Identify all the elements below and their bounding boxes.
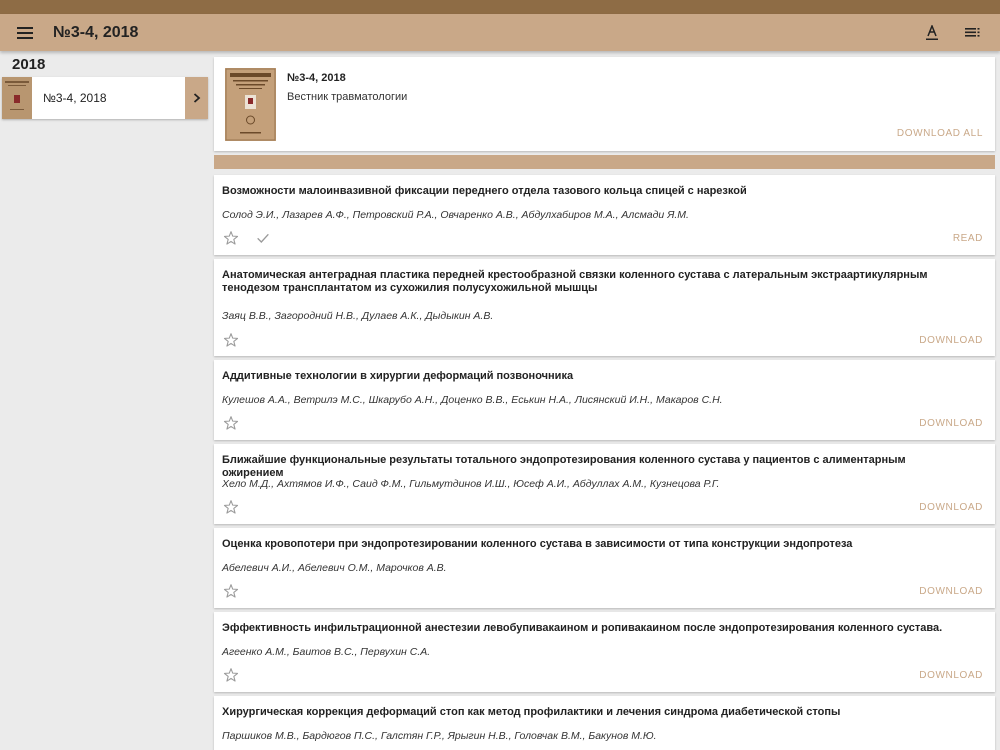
star-outline-icon[interactable] [223,667,239,683]
article-card[interactable]: Анатомическая антеградная пластика перед… [214,259,995,356]
read-button[interactable]: READ [953,233,983,244]
menu-button[interactable] [14,22,36,44]
journal-name: Вестник травматологии [287,91,408,103]
status-bar [0,0,1000,14]
open-issue-button[interactable] [185,77,208,119]
article-title[interactable]: Хирургическая коррекция деформаций стоп … [222,706,955,719]
article-authors: Кулешов А.А., Ветрилэ М.С., Шкарубо А.Н.… [222,394,723,406]
article-card[interactable]: Хирургическая коррекция деформаций стоп … [214,696,995,750]
article-title[interactable]: Эффективность инфильтрационной анестезии… [222,622,955,635]
star-outline-icon[interactable] [223,415,239,431]
article-title[interactable]: Оценка кровопотери при эндопротезировани… [222,538,955,551]
menu-icon [17,26,33,39]
text-format-button[interactable] [920,21,944,45]
star-outline-icon[interactable] [223,332,239,348]
article-title[interactable]: Ближайшие функциональные результаты тота… [222,454,955,480]
toc-button[interactable] [960,21,984,45]
article-card[interactable]: Ближайшие функциональные результаты тота… [214,444,995,524]
article-card[interactable]: Аддитивные технологии в хирургии деформа… [214,360,995,440]
main-content: №3-4, 2018 Вестник травматологии DOWNLOA… [211,51,1000,750]
download-button[interactable]: DOWNLOAD [919,418,983,429]
article-authors: Хело М.Д., Ахтямов И.Ф., Саид Ф.М., Гиль… [222,478,720,490]
download-all-button[interactable]: DOWNLOAD ALL [897,128,983,139]
article-title[interactable]: Возможности малоинвазивной фиксации пере… [222,185,955,198]
article-title[interactable]: Аддитивные технологии в хирургии деформа… [222,370,955,383]
sidebar-issue-label: №3-4, 2018 [43,91,107,105]
issue-thumbnail [2,77,32,119]
text-format-icon [926,24,938,40]
article-authors: Абелевич А.И., Абелевич О.М., Марочков А… [222,562,447,574]
section-divider [214,155,995,169]
download-button[interactable]: DOWNLOAD [919,586,983,597]
star-outline-icon[interactable] [223,583,239,599]
page-title: №3-4, 2018 [53,23,139,41]
year-heading: 2018 [12,56,46,73]
article-authors: Паршиков М.В., Бардюгов П.С., Галстян Г.… [222,730,657,742]
article-authors: Агеенко А.М., Баитов В.С., Первухин С.А. [222,646,431,658]
star-outline-icon[interactable] [223,499,239,515]
star-outline-icon[interactable] [223,230,239,246]
sidebar: 2018 №3-4, 2018 [0,51,211,750]
download-button[interactable]: DOWNLOAD [919,335,983,346]
article-card[interactable]: Возможности малоинвазивной фиксации пере… [214,175,995,255]
issue-number: №3-4, 2018 [287,72,346,84]
issue-header-card: №3-4, 2018 Вестник травматологии DOWNLOA… [214,57,995,151]
article-authors: Заяц В.В., Загородний Н.В., Дулаев А.К.,… [222,310,494,322]
app-bar: №3-4, 2018 [0,14,1000,51]
article-card[interactable]: Оценка кровопотери при эндопротезировани… [214,528,995,608]
article-card[interactable]: Эффективность инфильтрационной анестезии… [214,612,995,692]
check-icon [255,230,271,246]
article-title[interactable]: Анатомическая антеградная пластика перед… [222,269,955,295]
toc-icon [964,27,979,37]
sidebar-issue-item[interactable]: №3-4, 2018 [2,77,208,119]
article-authors: Солод Э.И., Лазарев А.Ф., Петровский Р.А… [222,209,689,221]
chevron-right-icon [193,93,200,103]
download-button[interactable]: DOWNLOAD [919,502,983,513]
journal-cover-image [225,68,276,141]
download-button[interactable]: DOWNLOAD [919,670,983,681]
